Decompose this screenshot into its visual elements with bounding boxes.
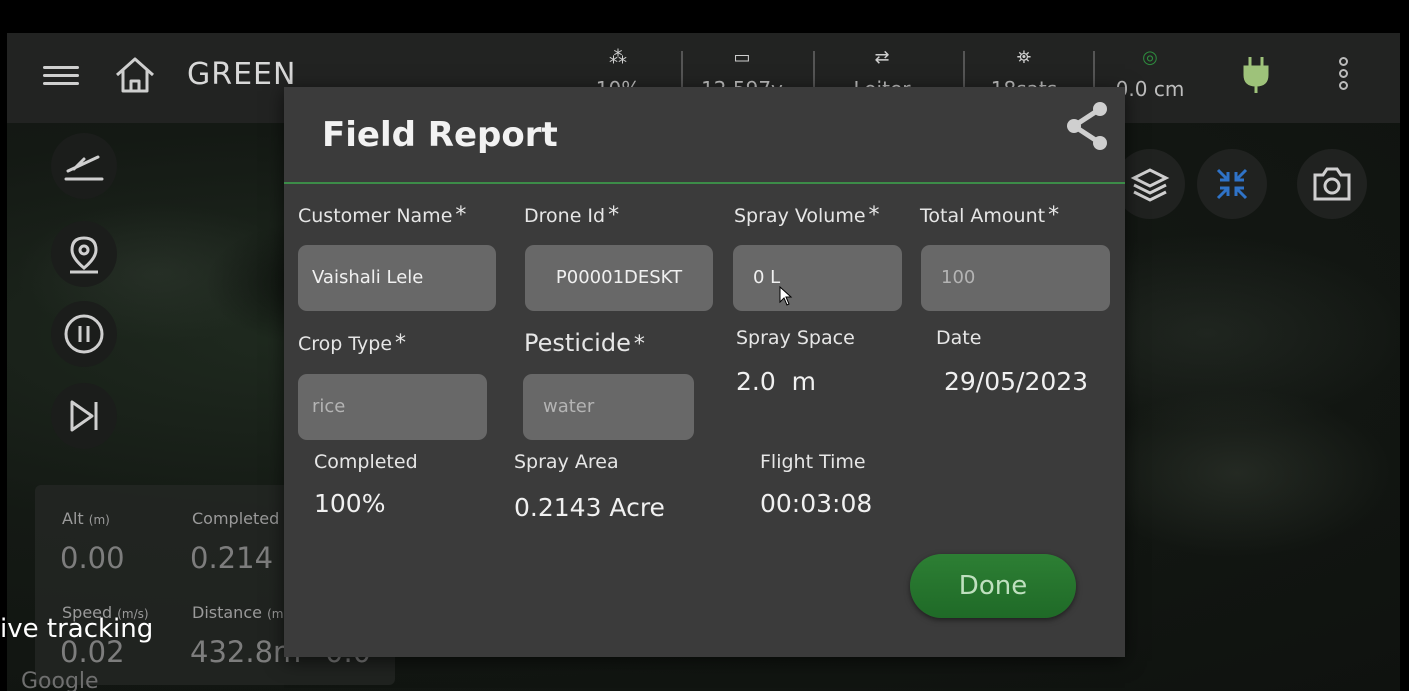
spray-volume-input[interactable]: 0 L [733,245,902,311]
completed-label: Completed [314,451,418,473]
distance-label: Distance (m) [192,603,289,622]
alt-label: Alt (m) [62,509,110,528]
map-attribution: Google [21,669,99,691]
drone-id-input[interactable]: P00001DESKT [525,245,713,311]
crop-type-label: Crop Type * [298,331,407,356]
flight-time-label: Flight Time [760,451,866,473]
done-button[interactable]: Done [910,554,1076,618]
more-options-icon[interactable] [1333,55,1353,99]
battery-icon: ▭ [733,47,751,68]
alt-value: 0.00 [60,541,125,575]
location-pin-icon[interactable] [51,221,117,287]
total-amount-input[interactable]: 100 [921,245,1110,311]
laser-icon: ◎ [1142,47,1158,68]
skip-next-icon[interactable] [51,383,117,449]
completed-value: 0.214 [190,541,274,575]
drone-id-label: Drone Id * [524,203,620,228]
total-amount-label: Total Amount * [920,203,1060,228]
overlay-caption: ive tracking [0,614,154,644]
dialog-title: Field Report [322,115,558,155]
spray-space-value: 2.0 m [736,367,817,396]
pesticide-input[interactable]: water [523,374,694,440]
drone-icon: ⁂ [609,47,627,68]
satellite-icon: ⛯ [1016,47,1032,68]
pesticide-label: Pesticide * [524,329,645,357]
date-label: Date [936,327,982,349]
completed-label: Completed [192,509,280,528]
layers-icon[interactable] [1115,149,1185,219]
spray-space-label: Spray Space [736,327,855,349]
mouse-cursor-icon [779,286,793,306]
crop-type-input[interactable]: rice [298,374,487,440]
customer-name-input[interactable]: Vaishali Lele [298,245,496,311]
title-divider [284,182,1125,184]
spray-volume-label: Spray Volume * [734,203,880,228]
flight-time-value: 00:03:08 [760,489,873,518]
completed-value: 100% [314,489,386,518]
spray-area-value: 0.2143 Acre [514,493,665,522]
home-icon[interactable] [113,55,157,95]
camera-icon[interactable] [1297,149,1367,219]
hamburger-menu-icon[interactable] [43,61,79,93]
minimize-icon[interactable] [1197,149,1267,219]
plug-icon[interactable] [1241,55,1271,95]
spray-area-label: Spray Area [514,451,619,473]
app-title: GREEN [187,57,297,92]
share-icon[interactable] [1062,99,1112,153]
field-report-dialog: Field Report Customer Name * Vaishali Lel… [284,87,1125,657]
customer-name-label: Customer Name * [298,203,467,228]
sync-icon: ⇄ [874,47,890,68]
takeoff-icon[interactable] [51,133,117,199]
pause-icon[interactable] [51,301,117,367]
date-value: 29/05/2023 [944,367,1089,396]
